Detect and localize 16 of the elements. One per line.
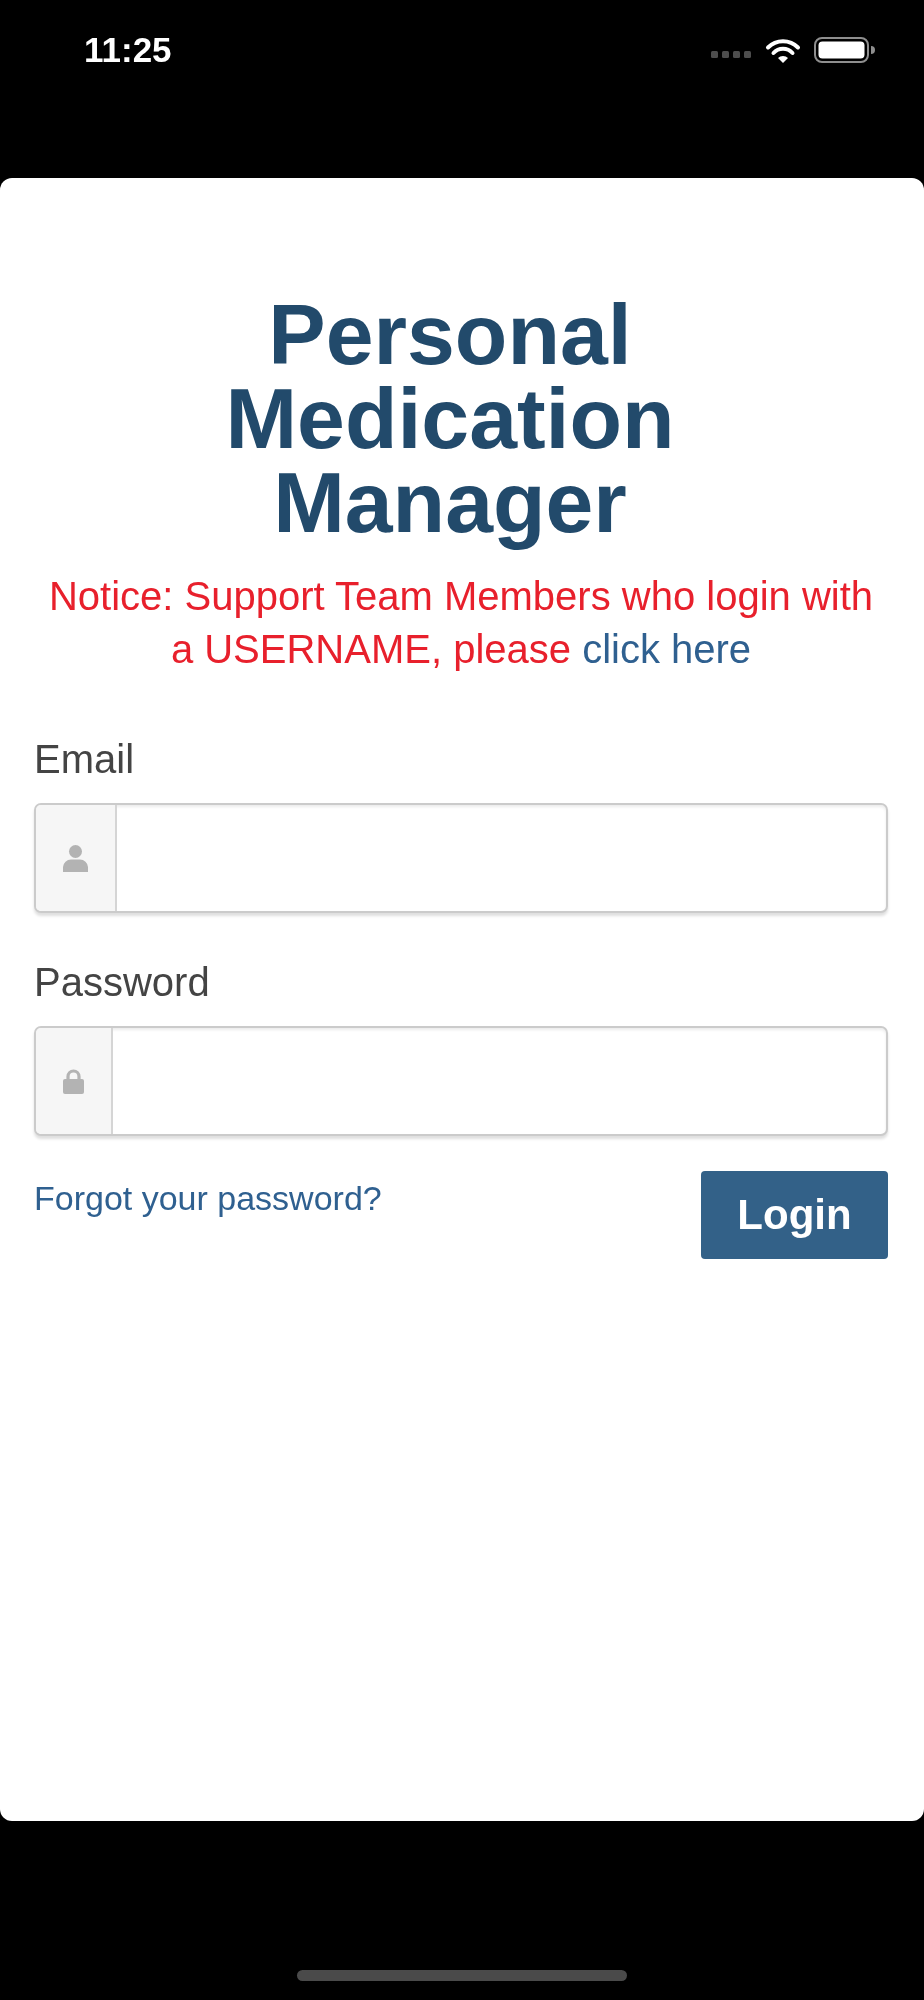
password-label: Password — [34, 959, 211, 1006]
password-field[interactable] — [34, 1026, 888, 1136]
battery-icon — [814, 37, 875, 63]
forgot-password-link[interactable]: Forgot your password? — [34, 1178, 382, 1218]
home-indicator[interactable] — [297, 1970, 627, 1981]
app-title: Personal Medication Manager — [224, 285, 676, 552]
login-button[interactable]: Login — [701, 1171, 888, 1259]
click-here-link[interactable]: click here — [582, 627, 752, 671]
email-field[interactable] — [34, 803, 888, 913]
email-label: Email — [34, 736, 136, 783]
notice-text: Notice: Support Team Members who login with a USERNAME, please click here — [47, 573, 875, 673]
user-icon — [63, 844, 88, 872]
wifi-icon — [765, 37, 801, 63]
status-time: 11:25 — [84, 30, 172, 70]
lock-icon — [63, 1068, 84, 1094]
signal-icon — [711, 51, 752, 58]
